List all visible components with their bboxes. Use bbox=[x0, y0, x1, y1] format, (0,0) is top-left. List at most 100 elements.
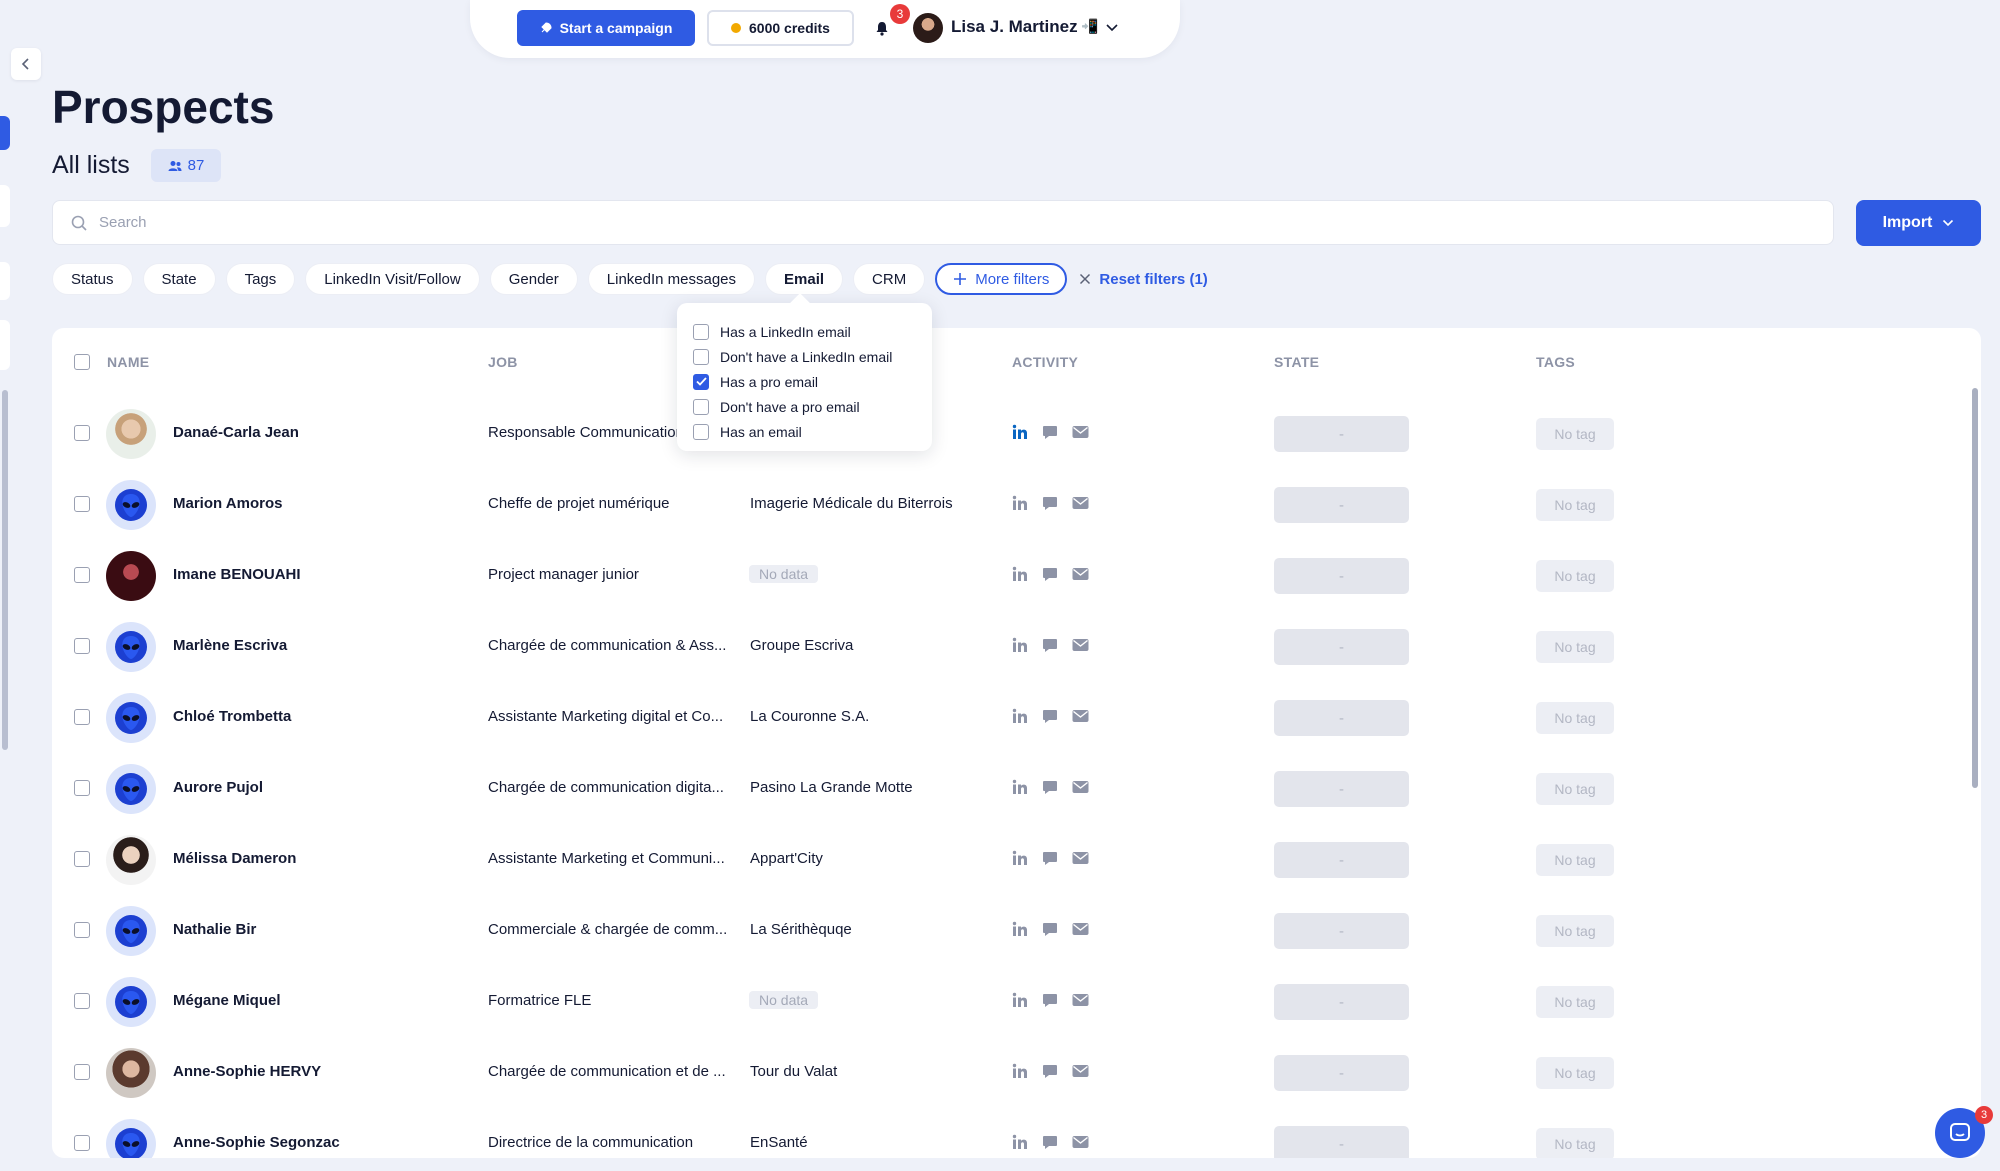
avatar[interactable] bbox=[106, 1119, 156, 1158]
state-pill[interactable]: - bbox=[1274, 771, 1409, 807]
tag-pill[interactable]: No tag bbox=[1536, 489, 1614, 521]
credits-button[interactable]: 6000 credits bbox=[707, 10, 854, 46]
rail-scrollbar[interactable] bbox=[2, 390, 8, 750]
linkedin-icon[interactable] bbox=[1012, 566, 1028, 582]
row-checkbox[interactable] bbox=[74, 1064, 90, 1080]
filter-gender[interactable]: Gender bbox=[489, 263, 578, 295]
nav-item-active[interactable] bbox=[0, 116, 10, 150]
row-checkbox[interactable] bbox=[74, 993, 90, 1009]
user-name[interactable]: Lisa J. Martinez bbox=[951, 17, 1078, 37]
linkedin-icon[interactable] bbox=[1012, 1134, 1028, 1150]
email-filter-option[interactable]: Has a pro email bbox=[693, 369, 932, 394]
mail-icon[interactable] bbox=[1072, 638, 1089, 652]
prospect-name[interactable]: Chloé Trombetta bbox=[173, 708, 291, 725]
linkedin-icon[interactable] bbox=[1012, 1063, 1028, 1079]
avatar[interactable] bbox=[106, 764, 156, 814]
mail-icon[interactable] bbox=[1072, 567, 1089, 581]
filter-crm[interactable]: CRM bbox=[853, 263, 926, 295]
message-icon[interactable] bbox=[1042, 779, 1058, 795]
tag-pill[interactable]: No tag bbox=[1536, 844, 1614, 876]
table-row[interactable]: Aurore Pujol Chargée de communication di… bbox=[52, 753, 1981, 824]
state-pill[interactable]: - bbox=[1274, 1055, 1409, 1091]
filter-status[interactable]: Status bbox=[52, 263, 133, 295]
email-filter-option[interactable]: Don't have a LinkedIn email bbox=[693, 344, 932, 369]
lists-title[interactable]: All lists bbox=[52, 151, 130, 180]
email-filter-checkbox[interactable] bbox=[693, 373, 709, 390]
more-filters-button[interactable]: More filters bbox=[935, 263, 1068, 295]
linkedin-icon[interactable] bbox=[1012, 424, 1028, 440]
prospect-name[interactable]: Mégane Miquel bbox=[173, 992, 281, 1009]
prospect-name[interactable]: Anne-Sophie HERVY bbox=[173, 1063, 321, 1080]
avatar[interactable] bbox=[106, 977, 156, 1027]
email-filter-checkbox[interactable] bbox=[693, 423, 709, 440]
avatar[interactable] bbox=[106, 1048, 156, 1098]
prospect-name[interactable]: Marion Amoros bbox=[173, 495, 282, 512]
filter-state[interactable]: State bbox=[142, 263, 216, 295]
search-input[interactable] bbox=[99, 214, 1699, 231]
message-icon[interactable] bbox=[1042, 1134, 1058, 1150]
tag-pill[interactable]: No tag bbox=[1536, 1057, 1614, 1089]
collapse-sidebar-button[interactable] bbox=[11, 48, 41, 80]
linkedin-icon[interactable] bbox=[1012, 779, 1028, 795]
avatar[interactable] bbox=[106, 409, 156, 459]
row-checkbox[interactable] bbox=[74, 780, 90, 796]
column-state[interactable]: STATE bbox=[1274, 354, 1319, 370]
row-checkbox[interactable] bbox=[74, 851, 90, 867]
mail-icon[interactable] bbox=[1072, 1064, 1089, 1078]
table-row[interactable]: Marion Amoros Cheffe de projet numérique… bbox=[52, 469, 1981, 540]
prospect-name[interactable]: Danaé-Carla Jean bbox=[173, 424, 299, 441]
avatar[interactable] bbox=[106, 551, 156, 601]
linkedin-icon[interactable] bbox=[1012, 992, 1028, 1008]
row-checkbox[interactable] bbox=[74, 425, 90, 441]
row-checkbox[interactable] bbox=[74, 496, 90, 512]
state-pill[interactable]: - bbox=[1274, 984, 1409, 1020]
message-icon[interactable] bbox=[1042, 850, 1058, 866]
message-icon[interactable] bbox=[1042, 921, 1058, 937]
user-menu-toggle[interactable] bbox=[1105, 20, 1119, 38]
table-row[interactable]: Danaé-Carla Jean Responsable Communicati… bbox=[52, 398, 1981, 469]
row-checkbox[interactable] bbox=[74, 638, 90, 654]
table-row[interactable]: Nathalie Bir Commerciale & chargée de co… bbox=[52, 895, 1981, 966]
prospect-name[interactable]: Aurore Pujol bbox=[173, 779, 263, 796]
tag-pill[interactable]: No tag bbox=[1536, 915, 1614, 947]
message-icon[interactable] bbox=[1042, 495, 1058, 511]
prospect-name[interactable]: Nathalie Bir bbox=[173, 921, 256, 938]
nav-item[interactable] bbox=[0, 320, 10, 370]
column-tags[interactable]: TAGS bbox=[1536, 354, 1575, 370]
mail-icon[interactable] bbox=[1072, 780, 1089, 794]
state-pill[interactable]: - bbox=[1274, 700, 1409, 736]
mail-icon[interactable] bbox=[1072, 496, 1089, 510]
mail-icon[interactable] bbox=[1072, 709, 1089, 723]
row-checkbox[interactable] bbox=[74, 709, 90, 725]
tag-pill[interactable]: No tag bbox=[1536, 418, 1614, 450]
avatar[interactable] bbox=[106, 480, 156, 530]
avatar[interactable] bbox=[106, 693, 156, 743]
prospect-name[interactable]: Imane BENOUAHI bbox=[173, 566, 301, 583]
mail-icon[interactable] bbox=[1072, 993, 1089, 1007]
table-row[interactable]: Mélissa Dameron Assistante Marketing et … bbox=[52, 824, 1981, 895]
state-pill[interactable]: - bbox=[1274, 842, 1409, 878]
state-pill[interactable]: - bbox=[1274, 629, 1409, 665]
row-checkbox[interactable] bbox=[74, 1135, 90, 1151]
table-row[interactable]: Marlène Escriva Chargée de communication… bbox=[52, 611, 1981, 682]
table-row[interactable]: Imane BENOUAHI Project manager junior No… bbox=[52, 540, 1981, 611]
message-icon[interactable] bbox=[1042, 708, 1058, 724]
column-name[interactable]: NAME bbox=[107, 354, 149, 370]
email-filter-checkbox[interactable] bbox=[693, 348, 709, 365]
start-campaign-button[interactable]: Start a campaign bbox=[517, 10, 695, 46]
state-pill[interactable]: - bbox=[1274, 487, 1409, 523]
prospect-name[interactable]: Anne-Sophie Segonzac bbox=[173, 1134, 340, 1151]
table-row[interactable]: Mégane Miquel Formatrice FLE No data - N… bbox=[52, 966, 1981, 1037]
select-all-checkbox[interactable] bbox=[74, 354, 90, 370]
message-icon[interactable] bbox=[1042, 424, 1058, 440]
mail-icon[interactable] bbox=[1072, 851, 1089, 865]
prospect-name[interactable]: Marlène Escriva bbox=[173, 637, 287, 654]
mail-icon[interactable] bbox=[1072, 922, 1089, 936]
message-icon[interactable] bbox=[1042, 1063, 1058, 1079]
row-checkbox[interactable] bbox=[74, 567, 90, 583]
avatar[interactable] bbox=[106, 906, 156, 956]
tag-pill[interactable]: No tag bbox=[1536, 702, 1614, 734]
state-pill[interactable]: - bbox=[1274, 558, 1409, 594]
state-pill[interactable]: - bbox=[1274, 416, 1409, 452]
mail-icon[interactable] bbox=[1072, 1135, 1089, 1149]
